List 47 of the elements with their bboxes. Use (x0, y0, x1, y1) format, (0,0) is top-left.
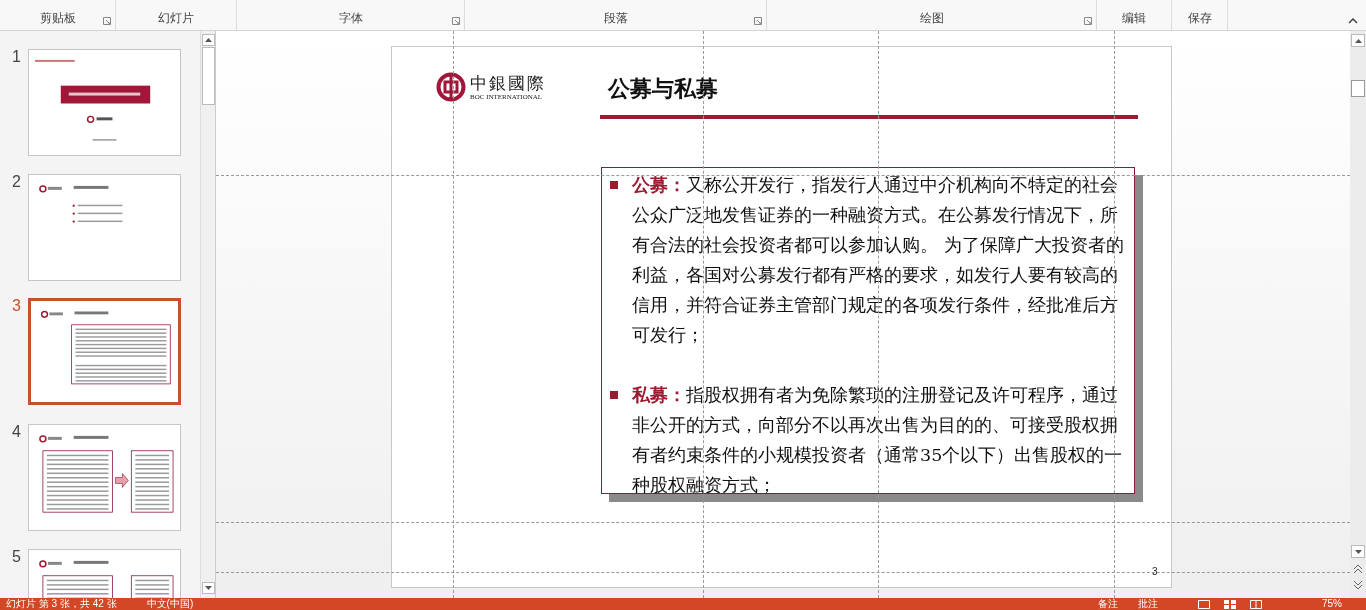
scroll-down-button[interactable] (1351, 545, 1365, 558)
scroll-up-button[interactable] (1351, 34, 1365, 47)
slide-thumbnail[interactable] (28, 424, 181, 531)
bullet-icon (610, 181, 618, 189)
scrollbar-thumb[interactable] (201, 47, 215, 105)
dialog-launcher-icon[interactable] (452, 17, 460, 25)
scrollbar-thumb[interactable] (1351, 80, 1365, 97)
slide-thumbnail[interactable] (28, 49, 181, 156)
slide-thumbnail[interactable] (28, 174, 181, 281)
ribbon-group-label: 段落 (603, 10, 628, 27)
slide-number: 2 (12, 172, 21, 192)
scroll-down-button[interactable] (201, 582, 215, 594)
dialog-launcher-icon[interactable] (1084, 17, 1092, 25)
notes-button[interactable]: 备注 (1098, 598, 1118, 610)
collapse-ribbon-icon[interactable] (1348, 18, 1358, 24)
slide-number: 1 (12, 47, 21, 67)
up-arrow-icon (1354, 38, 1362, 43)
slide-number: 5 (12, 547, 21, 567)
slide-title: 公募与私募 (608, 74, 718, 103)
bullet-icon (610, 391, 618, 399)
slide-count: 幻灯片 第 3 张，共 42 张 (6, 598, 117, 610)
previous-slide-icon[interactable] (1353, 564, 1363, 574)
slide-thumbnail[interactable] (28, 298, 181, 405)
dialog-launcher-icon[interactable] (754, 17, 762, 25)
ribbon-group-label: 剪贴板 (39, 10, 76, 27)
language-indicator[interactable]: 中文(中国) (146, 598, 194, 610)
ribbon-group-label: 字体 (338, 10, 363, 27)
logo-icon (436, 72, 466, 102)
ribbon-group-label: 编辑 (1122, 10, 1146, 27)
logo-name: 中銀國際 (470, 72, 546, 93)
slide-number: 4 (12, 422, 21, 442)
normal-view-icon[interactable] (1198, 599, 1210, 609)
down-arrow-icon (1354, 549, 1362, 554)
slide-sorter-icon[interactable] (1224, 599, 1236, 609)
down-arrow-icon (204, 586, 212, 590)
ribbon-group-label: 幻灯片 (158, 10, 194, 27)
comments-button[interactable]: 批注 (1138, 598, 1158, 610)
ribbon-group-label: 绘图 (919, 10, 944, 27)
slide-number: 3 (12, 296, 21, 316)
zoom-level[interactable]: 75% (1322, 598, 1342, 610)
ribbon-group-label: 保存 (1187, 10, 1212, 27)
up-arrow-icon (204, 38, 212, 42)
reading-view-icon[interactable] (1250, 599, 1262, 609)
scroll-up-button[interactable] (201, 34, 215, 46)
next-slide-icon[interactable] (1353, 580, 1363, 590)
page-number: 3 (1152, 565, 1158, 579)
dialog-launcher-icon[interactable] (103, 17, 111, 25)
